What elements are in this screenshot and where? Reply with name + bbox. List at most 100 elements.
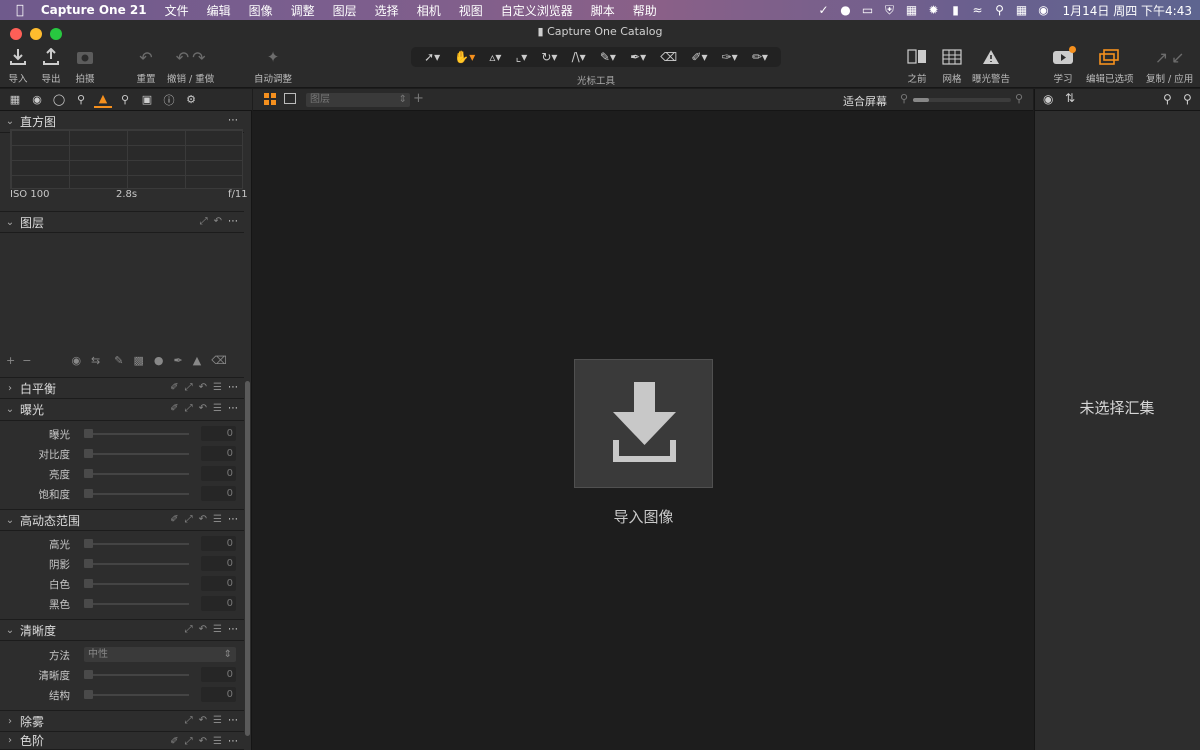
slider-value-field[interactable]: 0 <box>201 576 236 591</box>
reset-icon[interactable]: ↶ <box>199 715 207 726</box>
slider-handle[interactable] <box>84 469 93 478</box>
display-icon[interactable]: ▭ <box>857 0 879 20</box>
slider-track[interactable] <box>84 453 189 455</box>
dehaze-section-header[interactable]: › 除雾 ⤢ ↶ ☰ ⋯ <box>0 710 244 732</box>
menubar-clock[interactable]: 1月14日 周四 下午4:43 <box>1063 2 1192 19</box>
annotate-icon[interactable]: ✑▾ <box>722 50 738 64</box>
menu-view[interactable]: 视图 <box>450 2 492 19</box>
slider-handle[interactable] <box>84 539 93 548</box>
undo-redo-button[interactable]: ↶ ↷ 撤销 / 重做 <box>167 46 214 86</box>
zoom-icon[interactable]: ⚲ <box>1183 92 1192 106</box>
checkmark-circle-icon[interactable]: ✓ <box>813 0 835 20</box>
battery-icon[interactable]: ▮ <box>945 0 967 20</box>
menu-file[interactable]: 文件 <box>156 2 198 19</box>
exposure-section-header[interactable]: ⌄ 曝光 ✐ ⤢ ↶ ☰ ⋯ <box>0 399 244 421</box>
brush-icon[interactable]: ✎ <box>114 354 123 367</box>
edit-selected-button[interactable]: 编辑已选项 <box>1086 46 1134 85</box>
swap-icon[interactable]: ⇆ <box>91 354 100 367</box>
slider-track[interactable] <box>84 603 189 605</box>
slider-value-field[interactable]: 0 <box>201 426 236 441</box>
expand-icon[interactable]: ⤢ <box>185 624 193 635</box>
details-loupe-icon[interactable]: ⚲ <box>116 92 134 108</box>
export-button[interactable]: 导出 <box>38 46 64 85</box>
reset-icon[interactable]: ↶ <box>214 216 222 227</box>
menu-help[interactable]: 帮助 <box>624 2 666 19</box>
menu-app-name[interactable]: Capture One 21 <box>33 3 156 17</box>
metadata-info-icon[interactable]: ⓘ <box>160 92 178 108</box>
white-balance-section-header[interactable]: › 白平衡 ✐ ⤢ ↶ ☰ ⋯ <box>0 377 244 399</box>
learn-button[interactable]: 学习 <box>1050 46 1076 85</box>
menu-custom-browser[interactable]: 自定义浏览器 <box>492 2 582 19</box>
healing-icon[interactable]: ✒▾ <box>630 50 646 64</box>
healing-icon[interactable]: ✒ <box>174 354 183 367</box>
layer-select[interactable]: 图层 ⇕ <box>306 93 410 107</box>
more-options-icon[interactable]: ⋯ <box>228 216 238 227</box>
presets-icon[interactable]: ☰ <box>213 736 222 747</box>
more-options-icon[interactable]: ⋯ <box>228 382 238 393</box>
panel-scrollbar[interactable] <box>245 381 250 736</box>
rotate-icon[interactable]: ↻▾ <box>541 50 557 64</box>
slider-track[interactable] <box>84 543 189 545</box>
slider-track[interactable] <box>84 493 189 495</box>
pen-icon[interactable]: ✏▾ <box>752 50 768 64</box>
auto-adjust-button[interactable]: ✦ 自动调整 <box>254 46 292 85</box>
slider-handle[interactable] <box>84 559 93 568</box>
zoom-in-icon[interactable]: ⚲ <box>1015 92 1023 105</box>
more-options-icon[interactable]: ⋯ <box>228 115 238 126</box>
more-options-icon[interactable]: ⋯ <box>228 403 238 414</box>
reset-button[interactable]: ↶ 重置 <box>133 46 159 86</box>
slider-handle[interactable] <box>84 690 93 699</box>
slider-handle[interactable] <box>84 449 93 458</box>
eye-icon[interactable]: ◉ <box>1043 92 1053 106</box>
presets-icon[interactable]: ☰ <box>213 624 222 635</box>
import-button[interactable]: 导入 <box>5 46 31 85</box>
before-button[interactable]: 之前 <box>904 46 930 85</box>
slider-value-field[interactable]: 0 <box>201 486 236 501</box>
zoom-slider[interactable] <box>913 98 1011 102</box>
reset-icon[interactable]: ↶ <box>199 624 207 635</box>
copy-apply-button[interactable]: ↗ ↙ 复制 / 应用 <box>1146 46 1193 86</box>
presets-icon[interactable]: ☰ <box>213 403 222 414</box>
expand-icon[interactable]: ⤢ <box>185 403 193 414</box>
zoom-slider-handle[interactable] <box>913 98 929 102</box>
select-cursor-icon[interactable]: ➚▾ <box>424 50 440 64</box>
app-status-icon[interactable]: ● <box>835 0 857 20</box>
slider-track[interactable] <box>84 694 189 696</box>
loupe-icon[interactable]: ▵▾ <box>489 50 501 64</box>
wifi-icon[interactable]: ≈ <box>967 0 989 20</box>
expand-icon[interactable]: ⤢ <box>185 382 193 393</box>
picker-icon[interactable]: ✐ <box>170 736 178 747</box>
color-icon[interactable]: ⚲ <box>72 92 90 108</box>
apple-icon[interactable]:  <box>0 3 33 18</box>
menu-camera[interactable]: 相机 <box>408 2 450 19</box>
exposure-warning-button[interactable]: 曝光警告 <box>972 46 1010 85</box>
slider-handle[interactable] <box>84 670 93 679</box>
user-icon[interactable]: ◉ <box>1033 0 1055 20</box>
radial-gradient-icon[interactable]: ● <box>154 354 164 367</box>
keystone-icon[interactable]: /\▾ <box>572 50 586 64</box>
menu-script[interactable]: 脚本 <box>582 2 624 19</box>
hand-pan-icon[interactable]: ✋▾ <box>454 50 475 64</box>
slider-track[interactable] <box>84 583 189 585</box>
slider-track[interactable] <box>84 674 189 676</box>
slider-handle[interactable] <box>84 429 93 438</box>
control-center-icon[interactable]: ▦ <box>1011 0 1033 20</box>
menu-layer[interactable]: 图层 <box>324 2 366 19</box>
shield-icon[interactable]: ⛨ <box>879 0 901 20</box>
hdr-section-header[interactable]: ⌄ 高动态范围 ✐ ⤢ ↶ ☰ ⋯ <box>0 509 244 531</box>
mask-visibility-icon[interactable]: ◉ <box>71 354 81 367</box>
slider-track[interactable] <box>84 473 189 475</box>
slider-value-field[interactable]: 0 <box>201 446 236 461</box>
multi-view-icon[interactable] <box>264 93 276 105</box>
lens-icon[interactable]: ◯ <box>50 92 68 108</box>
zoom-out-icon[interactable]: ⚲ <box>900 92 908 105</box>
fit-screen-label[interactable]: 适合屏幕 <box>843 93 887 109</box>
stamp-icon[interactable]: ▲ <box>193 354 201 367</box>
settings-gear-icon[interactable]: ⚙ <box>182 92 200 108</box>
slider-track[interactable] <box>84 563 189 565</box>
add-layer-icon[interactable]: + <box>6 354 15 367</box>
expand-icon[interactable]: ⤢ <box>185 736 193 747</box>
exposure-tab-icon[interactable]: ▲ <box>94 92 112 108</box>
slider-value-field[interactable]: 0 <box>201 536 236 551</box>
clarity-section-header[interactable]: ⌄ 清晰度 ⤢ ↶ ☰ ⋯ <box>0 619 244 641</box>
